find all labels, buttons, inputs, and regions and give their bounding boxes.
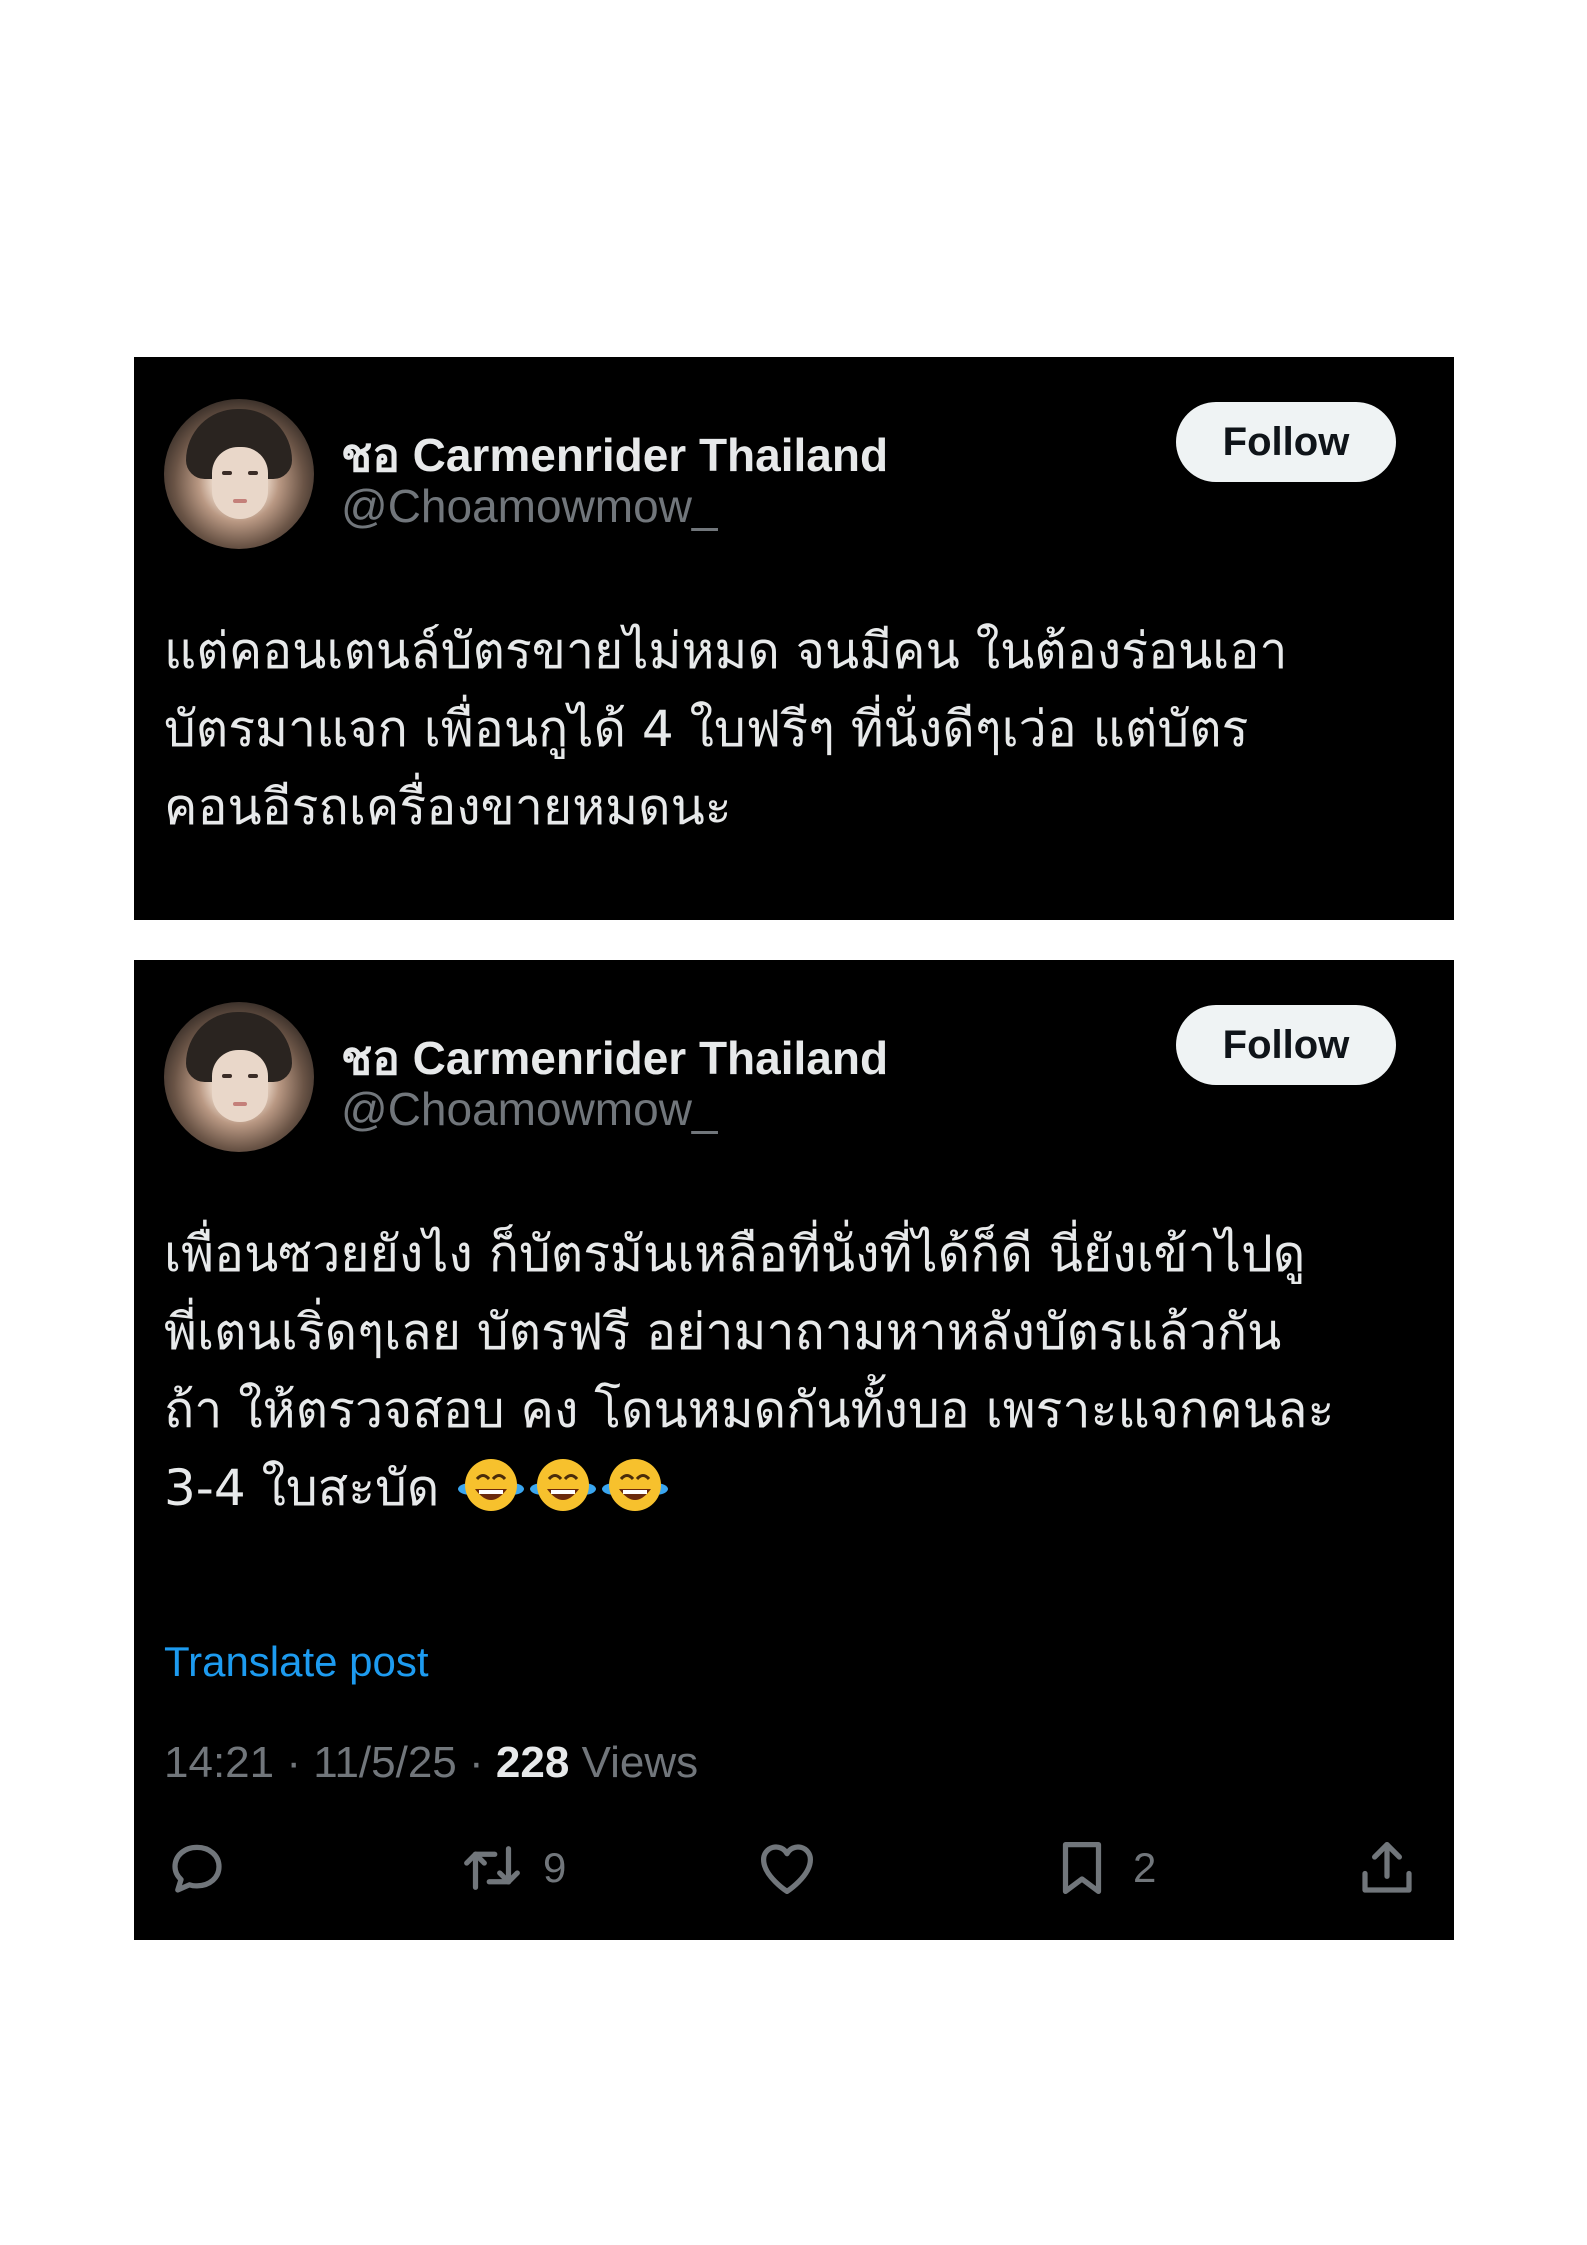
post-time[interactable]: 14:21 bbox=[164, 1738, 274, 1787]
bookmark-button[interactable]: 2 bbox=[1049, 1828, 1156, 1908]
post-text: แต่คอนเตนล์บัตรขายไม่หมด จนมีคน ในต้องร่… bbox=[164, 612, 1424, 846]
face-with-tears-of-joy-icon bbox=[530, 1459, 597, 1511]
post-text-line: 3-4 ใบสะบัด bbox=[164, 1449, 1424, 1527]
follow-button[interactable]: Follow bbox=[1176, 402, 1396, 482]
post-date[interactable]: 11/5/25 bbox=[313, 1738, 457, 1787]
bookmark-icon bbox=[1062, 1842, 1102, 1894]
follow-button[interactable]: Follow bbox=[1176, 1005, 1396, 1085]
user-handle[interactable]: @Choamowmow_ bbox=[341, 479, 718, 533]
post-meta: 14:21 · 11/5/25 · 228 Views bbox=[164, 1738, 699, 1787]
translate-post-link[interactable]: Translate post bbox=[164, 1638, 429, 1686]
post-text-line: แต่คอนเตนล์บัตรขายไม่หมด จนมีคน ในต้องร่… bbox=[164, 622, 1288, 680]
action-bar: 9 2 bbox=[134, 1828, 1454, 1908]
post-card: ชอ Carmenrider Thailand @Choamowmow_ Fol… bbox=[134, 357, 1454, 920]
heart-icon bbox=[761, 1844, 813, 1894]
post-text-line: คอนอีรถเครื่องขายหมดนะ bbox=[164, 778, 732, 836]
face-with-tears-of-joy-icon bbox=[458, 1459, 525, 1511]
views-count: 228 bbox=[495, 1738, 570, 1787]
share-icon bbox=[1362, 1842, 1412, 1893]
bookmark-count: 2 bbox=[1133, 1844, 1157, 1891]
repost-button[interactable]: 9 bbox=[459, 1828, 566, 1908]
face-with-tears-of-joy-icon bbox=[602, 1459, 669, 1511]
reply-button[interactable] bbox=[164, 1828, 230, 1908]
post-text-line: บัตรมาแจก เพื่อนกูได้ 4 ใบฟรีๆ ที่นั่งดี… bbox=[164, 700, 1249, 758]
like-button[interactable] bbox=[754, 1828, 820, 1908]
avatar[interactable] bbox=[164, 399, 314, 549]
user-handle[interactable]: @Choamowmow_ bbox=[341, 1082, 718, 1136]
views-label: Views bbox=[581, 1738, 699, 1787]
share-button[interactable] bbox=[1354, 1828, 1420, 1908]
repost-count: 9 bbox=[543, 1844, 567, 1891]
post-text-line: พี่เตนเริ่ดๆเลย บัตรฟรี อย่ามาถามหาหลังบ… bbox=[164, 1303, 1282, 1361]
avatar[interactable] bbox=[164, 1002, 314, 1152]
reply-icon bbox=[172, 1844, 222, 1893]
repost-icon bbox=[464, 1846, 520, 1890]
post-text-line: ถ้า ให้ตรวจสอบ คง โดนหมดกันทั้งบอ เพราะแ… bbox=[164, 1381, 1335, 1439]
post-card: ชอ Carmenrider Thailand @Choamowmow_ Fol… bbox=[134, 960, 1454, 1940]
post-text-line: เพื่อนซวยยังไง ก็บัตรมันเหลือที่นั่งที่ไ… bbox=[164, 1225, 1306, 1283]
post-text: เพื่อนซวยยังไง ก็บัตรมันเหลือที่นั่งที่ไ… bbox=[164, 1215, 1424, 1527]
